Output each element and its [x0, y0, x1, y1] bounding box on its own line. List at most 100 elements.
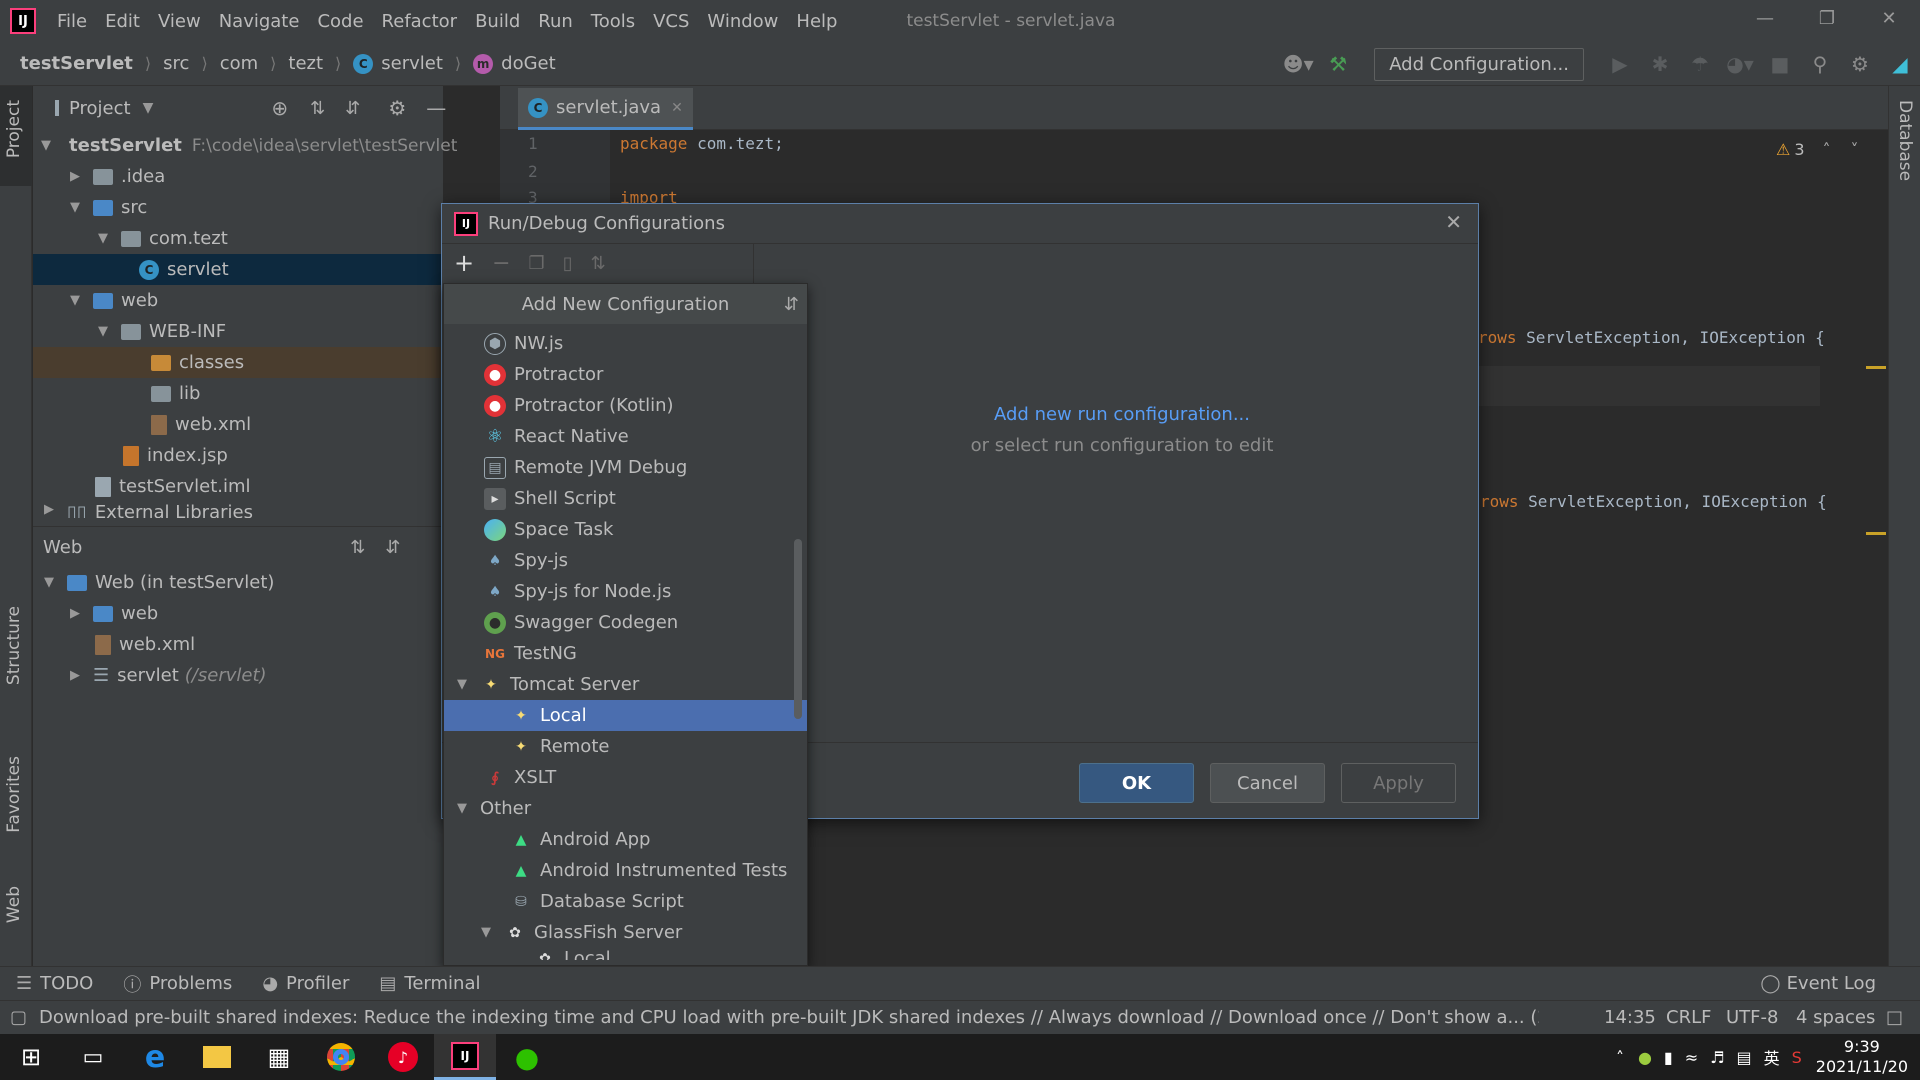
- config-glassfish[interactable]: ▼ ✿ GlassFish Server: [444, 917, 807, 948]
- clock[interactable]: 9:39 2021/11/20: [1816, 1037, 1908, 1077]
- web-tree-webxml[interactable]: web.xml: [41, 629, 443, 660]
- user-icon[interactable]: ☻▾: [1278, 52, 1318, 76]
- tree-item-classes[interactable]: classes: [33, 347, 443, 378]
- chevron-down-icon[interactable]: ▼: [67, 293, 83, 308]
- breadcrumb-servlet[interactable]: servlet: [381, 53, 443, 74]
- file-encoding[interactable]: UTF-8: [1726, 1007, 1778, 1028]
- tab-project[interactable]: Project: [4, 100, 24, 158]
- tab-structure[interactable]: Structure: [4, 606, 24, 685]
- status-message[interactable]: Download pre-built shared indexes: Reduc…: [39, 1007, 1539, 1028]
- warning-marker[interactable]: [1866, 532, 1886, 535]
- chevron-down-icon[interactable]: ▼: [143, 100, 154, 116]
- line-separator[interactable]: CRLF: [1666, 1007, 1711, 1028]
- config-tomcat-server[interactable]: ▼ ✦ Tomcat Server: [444, 669, 807, 700]
- cancel-button[interactable]: Cancel: [1210, 763, 1325, 803]
- config-group-other[interactable]: ▼ Other: [444, 793, 807, 824]
- windows-start-icon[interactable]: ⊞: [0, 1034, 62, 1080]
- tree-item-idea[interactable]: ▶ .idea: [41, 161, 443, 192]
- breadcrumb-com[interactable]: com: [220, 53, 258, 74]
- config-protractor[interactable]: ● Protractor: [444, 359, 807, 390]
- config-nwjs[interactable]: ⬢ NW.js: [444, 328, 807, 359]
- menu-vcs[interactable]: VCS: [644, 11, 698, 32]
- chevron-up-icon[interactable]: ˄: [1616, 1048, 1624, 1067]
- coverage-icon[interactable]: ☂: [1680, 52, 1720, 76]
- config-tomcat-remote[interactable]: ✦ Remote: [444, 731, 807, 762]
- chevron-down-icon[interactable]: ▼: [454, 677, 470, 692]
- tab-problems[interactable]: ⓘ Problems: [123, 971, 232, 997]
- chevron-right-icon[interactable]: ▶: [67, 668, 83, 683]
- apply-button[interactable]: Apply: [1341, 763, 1456, 803]
- tray-app-icon[interactable]: ●: [1638, 1048, 1652, 1067]
- volume-icon[interactable]: ♬: [1710, 1048, 1724, 1067]
- project-panel-title[interactable]: Project: [69, 98, 131, 119]
- collapse-all-icon[interactable]: ⇵: [345, 98, 360, 119]
- menu-build[interactable]: Build: [466, 11, 529, 32]
- collapse-icon[interactable]: ⇵: [784, 294, 799, 315]
- tree-item-iml[interactable]: testServlet.iml: [41, 471, 443, 502]
- store-icon[interactable]: ▦: [248, 1034, 310, 1080]
- config-remote-jvm-debug[interactable]: ▤ Remote JVM Debug: [444, 452, 807, 483]
- chevron-right-icon[interactable]: ▶: [67, 606, 83, 621]
- close-icon[interactable]: ✕: [671, 100, 683, 116]
- chevron-right-icon[interactable]: ▶: [41, 502, 57, 517]
- tab-event-log[interactable]: ◯ Event Log: [1760, 973, 1876, 994]
- gear-icon[interactable]: ⚙: [1840, 52, 1880, 76]
- collapse-all-icon[interactable]: ⇵: [385, 537, 400, 558]
- expand-all-icon[interactable]: ⇅: [350, 537, 365, 558]
- breadcrumb-project[interactable]: testServlet: [20, 53, 133, 74]
- sort-icon[interactable]: ⇅: [591, 253, 606, 274]
- chevron-down-icon[interactable]: ▼: [478, 925, 494, 940]
- tree-item-servlet[interactable]: C servlet: [33, 254, 443, 285]
- breadcrumb-src[interactable]: src: [163, 53, 189, 74]
- lock-icon[interactable]: □: [1886, 1007, 1903, 1028]
- tree-item-webxml[interactable]: web.xml: [41, 409, 443, 440]
- expand-all-icon[interactable]: ⇅: [310, 98, 325, 119]
- config-glassfish-local[interactable]: ✿ Local: [444, 948, 807, 960]
- config-protractor-kotlin[interactable]: ● Protractor (Kotlin): [444, 390, 807, 421]
- chevron-right-icon[interactable]: ▶: [67, 169, 83, 184]
- warning-marker[interactable]: [1866, 366, 1886, 369]
- add-configuration-button[interactable]: Add Configuration...: [1374, 47, 1584, 81]
- menu-refactor[interactable]: Refactor: [373, 11, 467, 32]
- layout-icon[interactable]: ▢: [10, 1007, 27, 1028]
- tree-item-external-libraries[interactable]: ▶ ▯▯ External Libraries: [41, 502, 443, 518]
- menu-code[interactable]: Code: [308, 11, 372, 32]
- chevron-up-icon[interactable]: ˄: [1823, 140, 1831, 159]
- profile-icon[interactable]: ◕▾: [1720, 52, 1760, 76]
- tree-item-indexjsp[interactable]: index.jsp: [41, 440, 443, 471]
- config-shell-script[interactable]: ▸ Shell Script: [444, 483, 807, 514]
- config-react-native[interactable]: ⚛ React Native: [444, 421, 807, 452]
- remove-icon[interactable]: −: [492, 251, 510, 276]
- search-icon[interactable]: ⚲: [1800, 52, 1840, 76]
- chevron-down-icon[interactable]: ˅: [1851, 140, 1859, 159]
- chevron-down-icon[interactable]: ▼: [95, 324, 111, 339]
- tree-root[interactable]: ▼ testServlet F:\code\idea\servlet\testS…: [41, 130, 457, 161]
- tree-item-package[interactable]: ▼ com.tezt: [41, 223, 443, 254]
- tree-item-web[interactable]: ▼ web: [41, 285, 443, 316]
- intellij-taskbar-icon[interactable]: IJ: [434, 1034, 496, 1080]
- netease-music-icon[interactable]: ♪: [372, 1034, 434, 1080]
- config-spy-js[interactable]: ♠ Spy-js: [444, 545, 807, 576]
- ime-indicator[interactable]: 英: [1764, 1045, 1780, 1069]
- plugin-icon[interactable]: ◢: [1880, 52, 1920, 76]
- popup-scrollbar[interactable]: [794, 539, 802, 719]
- tab-favorites[interactable]: Favorites: [4, 756, 24, 833]
- tab-profiler[interactable]: ◕ Profiler: [262, 973, 349, 994]
- close-icon[interactable]: ✕: [1445, 210, 1462, 234]
- breadcrumb-tezt[interactable]: tezt: [288, 53, 323, 74]
- add-icon[interactable]: +: [454, 249, 474, 277]
- build-hammer-icon[interactable]: ⚒: [1318, 52, 1358, 76]
- caret-position[interactable]: 14:35: [1604, 1007, 1656, 1028]
- tab-servlet-java[interactable]: C servlet.java ✕: [518, 88, 693, 130]
- run-icon[interactable]: ▶: [1600, 52, 1640, 76]
- close-window-icon[interactable]: ✕: [1858, 0, 1920, 42]
- config-testng[interactable]: NG TestNG: [444, 638, 807, 669]
- chevron-down-icon[interactable]: ▼: [454, 801, 470, 816]
- tree-item-webinf[interactable]: ▼ WEB-INF: [41, 316, 443, 347]
- config-swagger[interactable]: ● Swagger Codegen: [444, 607, 807, 638]
- web-tree-root[interactable]: ▼ Web (in testServlet): [41, 567, 443, 598]
- config-android-instrumented[interactable]: ▲ Android Instrumented Tests: [444, 855, 807, 886]
- folder-icon[interactable]: ▯: [563, 253, 573, 274]
- tree-item-lib[interactable]: lib: [41, 378, 443, 409]
- edge-browser-icon[interactable]: e: [124, 1034, 186, 1080]
